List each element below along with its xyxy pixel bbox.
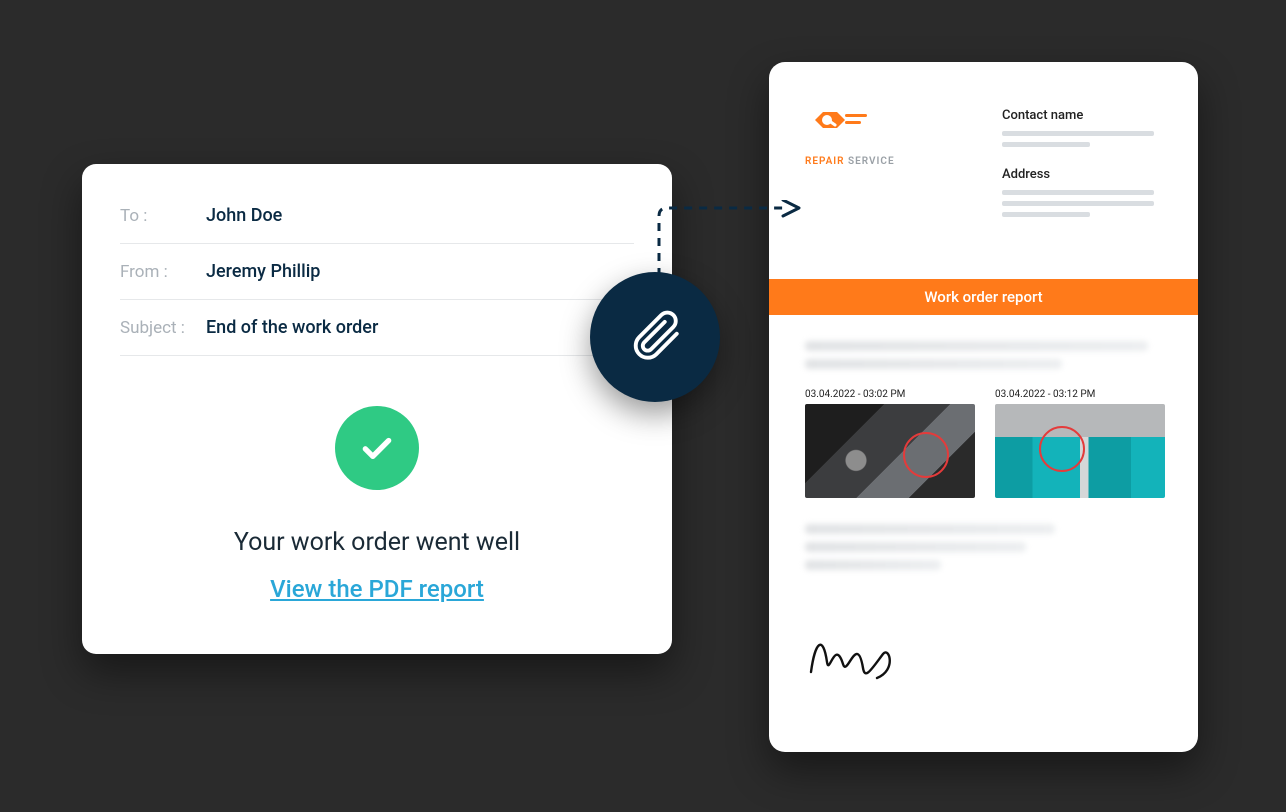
email-card: To : John Doe From : Jeremy Phillip Subj… (82, 164, 672, 654)
signature-icon (805, 671, 915, 690)
to-value: John Doe (206, 205, 282, 226)
paperclip-icon (626, 306, 684, 368)
report-title-band: Work order report (769, 279, 1198, 315)
placeholder-line (1002, 142, 1090, 147)
to-label: To : (120, 206, 206, 226)
signature (769, 626, 1198, 690)
annotated-photo-2 (995, 404, 1165, 498)
annotation-circle-icon (903, 432, 949, 478)
placeholder-line (1002, 190, 1154, 195)
wrench-logo-icon (805, 108, 877, 152)
contact-block: Contact name Address (1002, 108, 1162, 223)
photo-block-2: 03.04.2022 - 03:12 PM (995, 389, 1165, 498)
subject-value: End of the work order (206, 317, 378, 338)
text-placeholder-block (805, 524, 1162, 570)
email-subject-row: Subject : End of the work order (120, 300, 634, 356)
photo-timestamp: 03.04.2022 - 03:02 PM (805, 389, 975, 400)
photo-timestamp: 03.04.2022 - 03:12 PM (995, 389, 1165, 400)
logo-text: REPAIR SERVICE (805, 156, 895, 167)
report-header: REPAIR SERVICE Contact name Address (769, 62, 1198, 243)
photo-block-1: 03.04.2022 - 03:02 PM (805, 389, 975, 498)
contact-name-label: Contact name (1002, 108, 1162, 123)
from-value: Jeremy Phillip (206, 261, 320, 282)
from-label: From : (120, 262, 206, 282)
placeholder-line (805, 341, 1148, 351)
attachment-badge (590, 272, 720, 402)
status-text: Your work order went well (234, 528, 520, 557)
email-from-row: From : Jeremy Phillip (120, 244, 634, 300)
report-body: 03.04.2022 - 03:02 PM 03.04.2022 - 03:12… (769, 315, 1198, 598)
company-logo: REPAIR SERVICE (805, 108, 895, 223)
placeholder-line (1002, 212, 1090, 217)
report-card: REPAIR SERVICE Contact name Address Work… (769, 62, 1198, 752)
placeholder-line (805, 560, 941, 570)
placeholder-line (805, 524, 1055, 534)
placeholder-line (1002, 131, 1154, 136)
logo-word-repair: REPAIR (805, 156, 845, 167)
success-check-icon (335, 406, 419, 490)
photos-row: 03.04.2022 - 03:02 PM 03.04.2022 - 03:12… (805, 389, 1162, 498)
text-placeholder-block (805, 341, 1162, 369)
placeholder-line (805, 542, 1026, 552)
annotated-photo-1 (805, 404, 975, 498)
placeholder-line (1002, 201, 1154, 206)
email-to-row: To : John Doe (120, 188, 634, 244)
address-label: Address (1002, 167, 1162, 182)
subject-label: Subject : (120, 318, 206, 338)
view-pdf-link[interactable]: View the PDF report (270, 575, 484, 603)
logo-word-service: SERVICE (848, 156, 895, 167)
email-body: Your work order went well View the PDF r… (120, 356, 634, 603)
placeholder-line (805, 359, 1062, 369)
annotation-circle-icon (1039, 426, 1085, 472)
